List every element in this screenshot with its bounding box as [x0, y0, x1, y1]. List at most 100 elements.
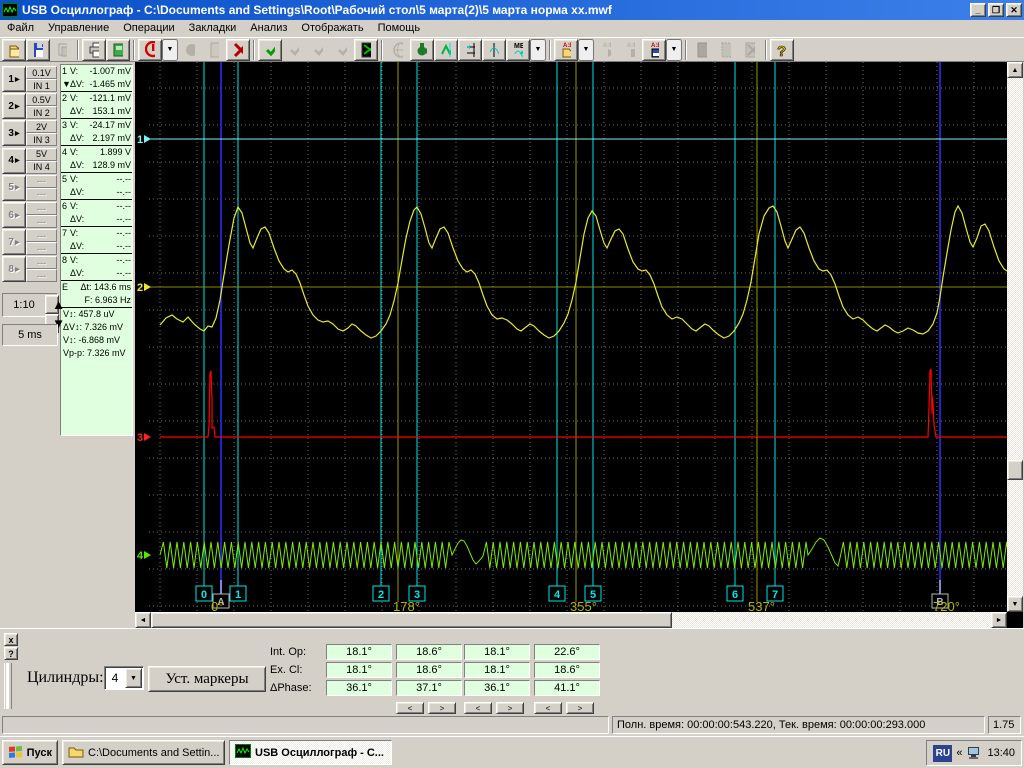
tray-collapse-arrow[interactable]: «	[956, 747, 962, 759]
minimize-button[interactable]: _	[970, 3, 986, 17]
memory-dropdown[interactable]: ▼	[530, 39, 546, 61]
print-button[interactable]	[82, 39, 106, 61]
channel-2-button[interactable]: 2▶	[2, 93, 26, 119]
panel-grip[interactable]	[4, 663, 12, 709]
menu-Управление[interactable]: Управление	[41, 21, 116, 35]
vertical-scrollbar[interactable]: ▲ ▼	[1007, 62, 1023, 612]
restore-button[interactable]: ❐	[988, 3, 1004, 17]
phase-cell: 37.1°	[396, 680, 462, 696]
channel-6-input[interactable]: ---	[26, 215, 57, 228]
channel-1-zero-arrow-icon[interactable]	[144, 135, 151, 143]
horizontal-scroll-thumb[interactable]	[151, 612, 672, 628]
abc-open-dropdown[interactable]: ▼	[578, 39, 594, 61]
task-button-0[interactable]: C:\Documents and Settin...	[62, 740, 225, 765]
channel-1-values: 1V:-1.007 mV▼ΔV:-1.465 mV	[61, 65, 132, 92]
channel-7-range[interactable]: ---	[26, 229, 57, 242]
channel-5-button[interactable]: 5▶	[2, 175, 26, 201]
search-button[interactable]	[410, 39, 434, 61]
channel-6-button[interactable]: 6▶	[2, 202, 26, 228]
close-button[interactable]: ✕	[1006, 3, 1022, 17]
channel-3-zero-arrow-icon[interactable]	[144, 433, 151, 441]
menu-Файл[interactable]: Файл	[0, 21, 41, 35]
save-file-button[interactable]	[26, 39, 50, 61]
menu-Закладки[interactable]: Закладки	[182, 21, 244, 35]
waveform-canvas[interactable]: 01234567AB0°178°355°537°720°1234	[135, 62, 1007, 612]
channel-7-value-num: 7	[62, 227, 70, 240]
power-dropdown[interactable]: ▼	[162, 39, 178, 61]
menu-Отображать[interactable]: Отображать	[294, 21, 370, 35]
vertical-scroll-thumb[interactable]	[1007, 460, 1023, 480]
abc-display-button[interactable]: A:B+C	[642, 39, 666, 61]
channel-3-button[interactable]: 3▶	[2, 120, 26, 146]
task-button-1[interactable]: USB Осциллограф - C...	[229, 740, 392, 765]
timebase-box[interactable]: 5 ms	[2, 324, 58, 346]
menu-Помощь[interactable]: Помощь	[371, 21, 428, 35]
menu-Операции[interactable]: Операции	[116, 21, 181, 35]
channel-3-values: 3V:-24.17 mVΔV:2.197 mV	[61, 119, 132, 146]
ratio-up-button[interactable]: ▲	[45, 295, 59, 314]
panel-close-button[interactable]: x	[4, 633, 18, 646]
sep6-separator	[685, 40, 687, 60]
memory-button[interactable]: MEM	[506, 39, 530, 61]
language-indicator[interactable]: RU	[933, 745, 952, 762]
scroll-right-button[interactable]: ►	[991, 612, 1007, 628]
panel-help-button[interactable]: ?	[4, 647, 18, 660]
oscilloscope-display[interactable]: 01234567AB0°178°355°537°720°1234	[135, 62, 1007, 612]
channel-2-input[interactable]: IN 2	[26, 106, 57, 119]
power-button[interactable]	[138, 39, 162, 61]
channel-8-input[interactable]: ---	[26, 269, 57, 282]
phase-next-button-1[interactable]: >	[496, 702, 524, 714]
phase-next-button-2[interactable]: >	[566, 702, 594, 714]
phase-next-button-0[interactable]: >	[428, 702, 456, 714]
cursor-measure-button[interactable]	[458, 39, 482, 61]
channel-8-range[interactable]: ---	[26, 256, 57, 269]
open-file-button[interactable]	[2, 39, 26, 61]
channel-3-input[interactable]: IN 3	[26, 133, 57, 146]
abc-display-dropdown[interactable]: ▼	[666, 39, 682, 61]
phase-prev-button-2[interactable]: <	[534, 702, 562, 714]
cursor-wave-button[interactable]	[482, 39, 506, 61]
help-button[interactable]: ?	[770, 39, 794, 61]
channel-control-panel: 1▶0.1VIN 12▶0.5VIN 23▶2VIN 34▶5VIN 45▶--…	[0, 62, 135, 628]
channel-2-trigger-mark	[62, 105, 70, 118]
scroll-up-button[interactable]: ▲	[1007, 62, 1023, 78]
phase-cell: 18.1°	[326, 662, 392, 678]
invert-screen-button[interactable]	[354, 39, 378, 61]
horizontal-scrollbar[interactable]: ◄ ►	[135, 612, 1007, 628]
abc-open-button[interactable]: A:B+C	[554, 39, 578, 61]
cylinders-dropdown-button[interactable]: ▼	[125, 668, 142, 688]
channel-4-button[interactable]: 4▶	[2, 148, 26, 174]
phase-prev-button-1[interactable]: <	[464, 702, 492, 714]
channel-8-button[interactable]: 8▶	[2, 256, 26, 282]
channel-7-input[interactable]: ---	[26, 242, 57, 255]
phase-cell: 18.1°	[464, 644, 530, 660]
channel-5-dv-row: ΔV:--.--	[62, 186, 131, 199]
scroll-down-button[interactable]: ▼	[1007, 596, 1023, 612]
phase-prev-button-0[interactable]: <	[396, 702, 424, 714]
time-marker-4-label: 4	[554, 589, 561, 601]
channel-5-input[interactable]: ---	[26, 188, 57, 201]
accept-mark-button[interactable]	[258, 39, 282, 61]
delete-record-button[interactable]	[226, 39, 250, 61]
channel-1-range[interactable]: 0.1V	[26, 66, 57, 79]
wave-measure-button[interactable]	[434, 39, 458, 61]
device-setup-button[interactable]	[106, 39, 130, 61]
channel-5-range[interactable]: ---	[26, 175, 57, 188]
channel-2-range[interactable]: 0.5V	[26, 93, 57, 106]
scroll-left-button[interactable]: ◄	[135, 612, 151, 628]
channel-1-button[interactable]: 1▶	[2, 66, 26, 92]
channel-4-range[interactable]: 5V	[26, 148, 57, 161]
channel-1-input[interactable]: IN 1	[26, 79, 57, 92]
channel-4-input[interactable]: IN 4	[26, 161, 57, 174]
menu-Анализ[interactable]: Анализ	[243, 21, 294, 35]
set-markers-button[interactable]: Уст. маркеры	[148, 666, 266, 692]
channel-4-zero-arrow-icon[interactable]	[144, 551, 151, 559]
start-button[interactable]: Пуск	[2, 740, 58, 765]
sep2-separator	[133, 40, 135, 60]
channel-7-button[interactable]: 7▶	[2, 229, 26, 255]
channel-3-range[interactable]: 2V	[26, 120, 57, 133]
channel-2-zero-arrow-icon[interactable]	[144, 283, 151, 291]
channel-3-range-stack: 2VIN 3	[26, 120, 57, 146]
cylinders-select[interactable]: 4 ▼	[104, 666, 144, 690]
channel-6-range[interactable]: ---	[26, 202, 57, 215]
